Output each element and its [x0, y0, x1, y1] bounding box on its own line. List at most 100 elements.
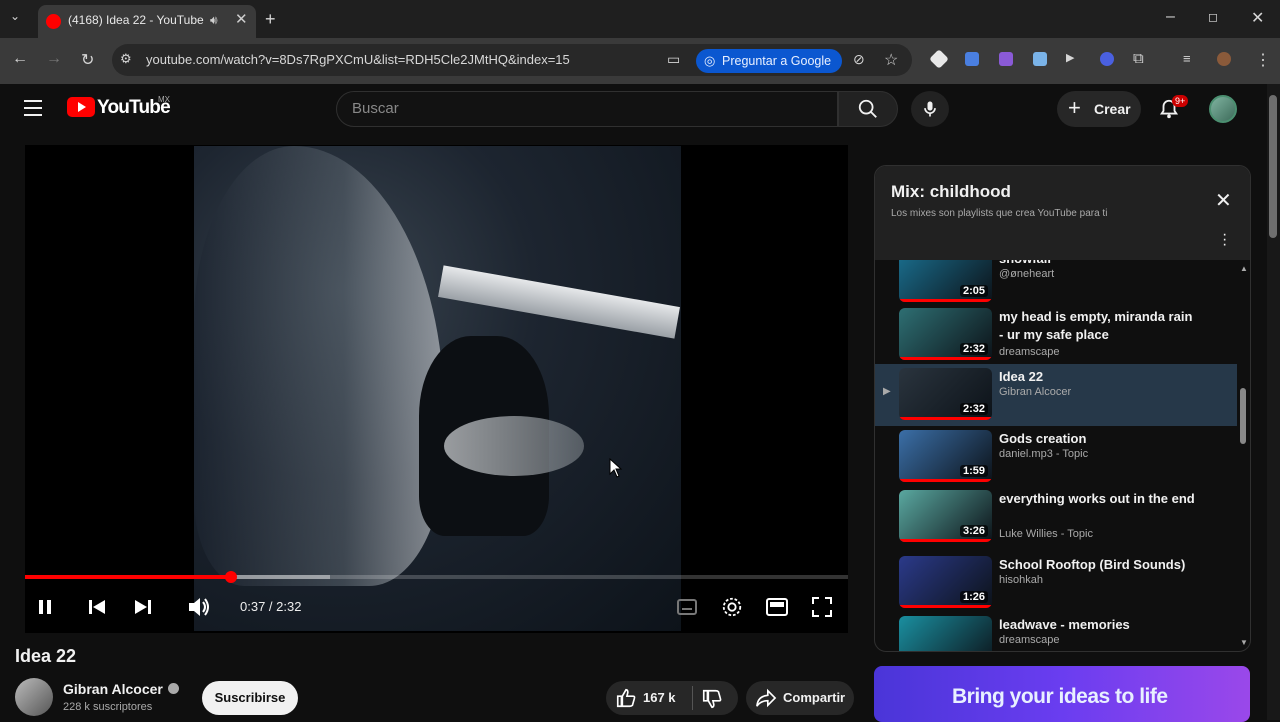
channel-avatar[interactable]: [15, 678, 53, 716]
playlist-item-title: School Rooftop (Bird Sounds): [999, 557, 1186, 572]
volume-icon[interactable]: [187, 596, 211, 618]
media-control-icon[interactable]: ≡: [1183, 51, 1191, 66]
search-icon: [858, 99, 877, 118]
pause-icon[interactable]: [36, 598, 54, 616]
playlist-thumbnail[interactable]: 1:26: [899, 556, 992, 608]
watched-bar: [899, 357, 992, 360]
subscribe-button[interactable]: Suscribirse: [202, 681, 298, 715]
playlist-thumbnail[interactable]: 2:32: [899, 308, 992, 360]
dislike-thumb-icon[interactable]: [701, 688, 723, 710]
playlist-item-duration: 3:26: [959, 525, 988, 537]
progress-bar[interactable]: [25, 571, 848, 583]
notifications-badge: 9+: [1172, 95, 1189, 107]
video-frame-image[interactable]: [194, 146, 681, 631]
extension-feather-icon[interactable]: [999, 52, 1013, 66]
playlist-thumbnail[interactable]: [899, 616, 992, 651]
scrubber-handle[interactable]: [224, 571, 237, 583]
playlist-thumbnail[interactable]: 2:05: [899, 260, 992, 302]
playlist-item-channel: Gibran Alcocer: [999, 386, 1072, 398]
channel-name[interactable]: Gibran Alcocer: [63, 681, 163, 697]
video-title: Idea 22: [15, 646, 77, 666]
extension-circle-icon[interactable]: [1100, 52, 1114, 66]
cast-icon[interactable]: ▭: [667, 51, 680, 68]
user-avatar[interactable]: [1209, 95, 1237, 123]
extension-play-icon[interactable]: ▶: [1066, 51, 1074, 64]
more-options-icon[interactable]: · · ·: [1222, 227, 1227, 253]
maximize-icon[interactable]: ◻: [1208, 10, 1218, 24]
previous-icon[interactable]: [87, 598, 107, 616]
tab-search-icon[interactable]: ⌄: [10, 9, 20, 23]
create-label: Crear: [1094, 101, 1131, 117]
subtitles-icon[interactable]: [676, 597, 698, 617]
search-button[interactable]: [838, 91, 898, 127]
speaker-icon[interactable]: 🔊︎: [210, 13, 218, 28]
search-placeholder: Buscar: [352, 100, 399, 117]
eye-off-icon[interactable]: ⊘: [853, 51, 865, 68]
playlist-title[interactable]: Mix: childhood: [891, 182, 1011, 202]
back-icon[interactable]: ←: [12, 50, 28, 68]
miniplayer-icon[interactable]: [765, 597, 789, 617]
playlist-item-duration: 2:05: [959, 285, 988, 297]
profile-avatar-icon[interactable]: [1217, 52, 1231, 66]
page-scrollbar-thumb[interactable]: [1269, 95, 1277, 238]
playlist-panel: Mix: childhood Los mixes son playlists q…: [874, 165, 1251, 652]
playlist-item[interactable]: 1:59 Gods creation daniel.mp3 - Topic: [875, 426, 1237, 488]
playlist-item-title: snowfall: [999, 260, 1199, 268]
fullscreen-icon[interactable]: [811, 596, 833, 618]
extension-audio-icon[interactable]: [965, 52, 979, 66]
playlist-thumbnail[interactable]: 3:26: [899, 490, 992, 542]
youtube-logo-icon[interactable]: [67, 97, 95, 117]
playlist-scrollbar-thumb[interactable]: [1240, 388, 1246, 444]
playlist-item-channel: dreamscape: [999, 346, 1060, 358]
watched-bar: [899, 539, 992, 542]
bookmark-star-icon[interactable]: ☆: [884, 50, 898, 70]
playlist-item[interactable]: 1:26 School Rooftop (Bird Sounds) hisohkah: [875, 552, 1237, 614]
playlist-item[interactable]: leadwave - memories dreamscape: [875, 612, 1237, 651]
video-scene-piano: [438, 265, 680, 339]
playlist-item[interactable]: 3:26 everything works out in the end Luke …: [875, 486, 1237, 548]
share-label: Compartir: [783, 690, 846, 705]
google-lens-icon: ◎: [704, 53, 716, 68]
scroll-up-icon[interactable]: ▲: [1240, 264, 1248, 273]
video-scene-light: [444, 416, 584, 476]
now-playing-icon: ▶: [883, 386, 891, 397]
voice-search-button[interactable]: [911, 91, 949, 127]
browser-tab[interactable]: (4168) Idea 22 - YouTube 🔊︎ ✕: [38, 5, 256, 38]
close-window-icon[interactable]: ✕: [1251, 8, 1264, 28]
like-count[interactable]: 167 k: [643, 690, 676, 705]
playlist-header: Mix: childhood Los mixes son playlists q…: [875, 166, 1250, 260]
playlist-subtitle: Los mixes son playlists que crea YouTube…: [891, 208, 1108, 219]
playlist-thumbnail[interactable]: 2:32: [899, 368, 992, 420]
url-text[interactable]: youtube.com/watch?v=8Ds7RgPXCmU&list=RDH…: [146, 52, 570, 67]
next-icon[interactable]: [133, 598, 153, 616]
playlist-item[interactable]: 2:32 my head is empty, miranda rain - ur …: [875, 304, 1237, 366]
playlist-item-title: my head is empty, miranda rain - ur my s…: [999, 309, 1193, 342]
mouse-cursor-icon: [609, 458, 623, 478]
ad-text[interactable]: Bring your ideas to life: [952, 685, 1168, 709]
like-thumb-icon[interactable]: [615, 687, 637, 709]
site-info-icon[interactable]: ⚙: [120, 51, 132, 67]
ask-google-button[interactable]: ◎ Preguntar a Google: [696, 49, 842, 73]
close-tab-icon[interactable]: ✕: [235, 10, 248, 28]
playlist-item-channel: Luke Willies - Topic: [999, 528, 1093, 540]
video-scene-person: [194, 146, 444, 586]
playlist-thumbnail[interactable]: 1:59: [899, 430, 992, 482]
scroll-down-icon[interactable]: ▼: [1240, 638, 1248, 647]
extensions-puzzle-icon[interactable]: ⧉: [1133, 50, 1144, 67]
time-display: 0:37 / 2:32: [240, 599, 302, 614]
chrome-menu-icon[interactable]: ⋮: [1255, 50, 1271, 70]
playlist-item[interactable]: 2:05 snowfall@øneheart: [875, 260, 1237, 308]
playlist-item-channel: hisohkah: [999, 574, 1044, 586]
extension-pin-icon[interactable]: [1033, 52, 1047, 66]
search-input[interactable]: [336, 91, 838, 127]
minimize-icon[interactable]: –: [1166, 8, 1175, 26]
reload-icon[interactable]: ↻: [81, 50, 94, 70]
youtube-favicon-icon: [46, 14, 61, 29]
playlist-item[interactable]: ▶ 2:32 Idea 22 Gibran Alcocer: [875, 364, 1237, 426]
hamburger-menu-icon[interactable]: [24, 100, 42, 116]
forward-icon[interactable]: →: [46, 50, 62, 68]
close-playlist-icon[interactable]: ✕: [1215, 188, 1232, 213]
new-tab-icon[interactable]: +: [265, 9, 276, 30]
playlist-item-duration: 2:32: [959, 343, 988, 355]
settings-gear-icon[interactable]: [721, 596, 743, 618]
